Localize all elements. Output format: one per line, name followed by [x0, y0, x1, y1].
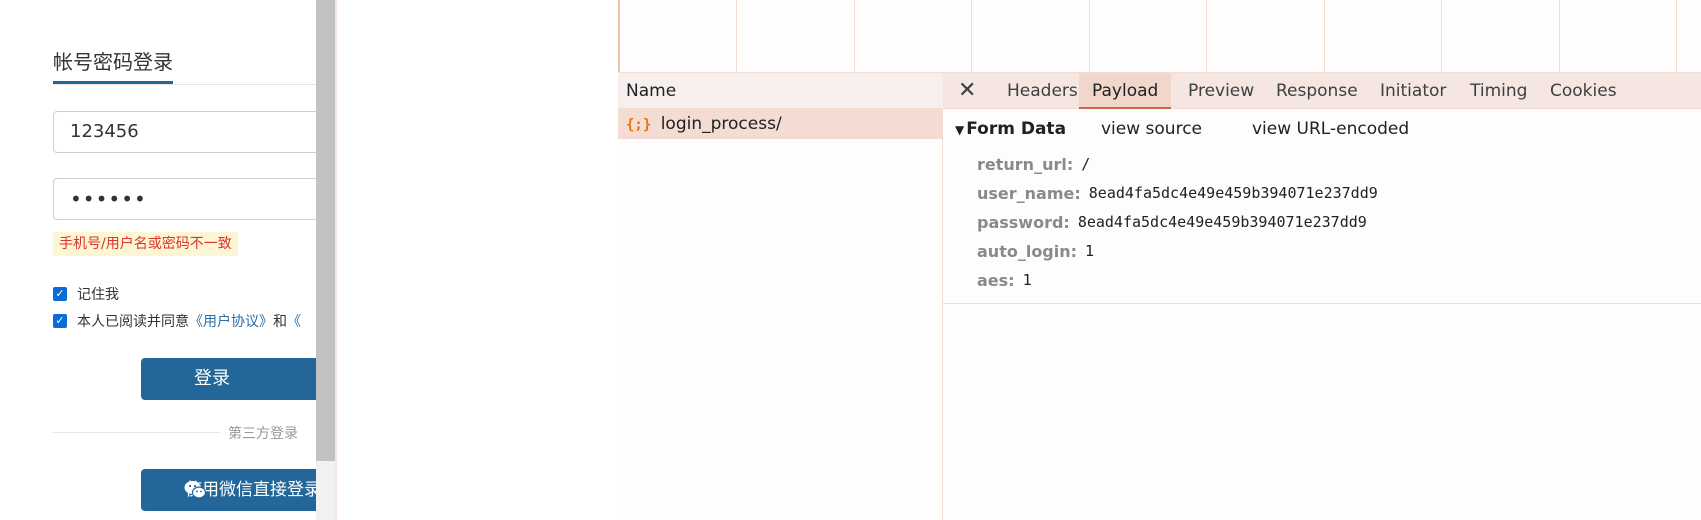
login-panel: 帐号密码登录 123456 •••••• 手机号/用户名或密码不一致 ✓ 记住我…: [0, 0, 316, 520]
form-field-row: aes: 1: [977, 268, 1032, 292]
form-data-section-toggle[interactable]: ▼ Form Data: [955, 119, 1066, 139]
username-input[interactable]: 123456: [53, 111, 316, 153]
remember-me-row: ✓ 记住我: [53, 284, 119, 304]
close-icon[interactable]: ✕: [958, 73, 976, 109]
form-field-row: return_url: /: [977, 152, 1090, 176]
agreement-and-text: 和: [273, 314, 287, 330]
view-source-link[interactable]: view source: [1101, 119, 1202, 139]
third-party-login-label: 第三方登录: [228, 426, 298, 442]
form-field-key: user_name:: [977, 183, 1081, 203]
network-waterfall-overview: [618, 0, 1701, 72]
xhr-json-icon: {;}: [626, 117, 652, 133]
form-field-value: 8ead4fa5dc4e49e459b394071e237dd9: [1088, 184, 1378, 202]
form-field-row: auto_login: 1: [977, 239, 1094, 263]
agreement-checkbox[interactable]: ✓: [53, 314, 67, 328]
login-button[interactable]: 登录: [141, 358, 316, 400]
details-tab-bar: ✕ Headers Payload Preview Response Initi…: [943, 72, 1701, 109]
form-field-value: 8ead4fa5dc4e49e459b394071e237dd9: [1077, 213, 1367, 231]
request-row-login-process[interactable]: {;} login_process/: [618, 109, 943, 139]
name-column-header[interactable]: Name: [618, 72, 943, 109]
tab-payload[interactable]: Payload: [1079, 73, 1172, 109]
view-url-encoded-link[interactable]: view URL-encoded: [1252, 119, 1409, 139]
waterfall-gridline: [1559, 0, 1560, 72]
waterfall-gridline: [971, 0, 972, 72]
request-name: login_process/: [660, 114, 782, 134]
wechat-icon: [184, 481, 206, 499]
waterfall-gridline: [1324, 0, 1325, 72]
form-field-row: password: 8ead4fa5dc4e49e459b394071e237d…: [977, 210, 1367, 234]
form-field-key: password:: [977, 212, 1070, 232]
remember-me-checkbox[interactable]: ✓: [53, 287, 67, 301]
request-list: [618, 72, 943, 520]
privacy-policy-link[interactable]: 《: [287, 311, 301, 331]
tab-preview[interactable]: Preview: [1188, 73, 1254, 109]
form-field-key: auto_login:: [977, 241, 1078, 261]
form-field-key: aes:: [977, 270, 1015, 290]
page-blank-area: [337, 0, 618, 520]
waterfall-gridline: [854, 0, 855, 72]
waterfall-gridline: [736, 0, 737, 72]
tab-response[interactable]: Response: [1276, 73, 1358, 109]
waterfall-gridline: [1441, 0, 1442, 72]
user-agreement-link[interactable]: 《用户协议》: [189, 311, 273, 331]
form-data-title: Form Data: [966, 119, 1067, 139]
tab-headers[interactable]: Headers: [1007, 73, 1078, 109]
tab-cookies[interactable]: Cookies: [1550, 73, 1617, 109]
error-message: 手机号/用户名或密码不一致: [53, 232, 238, 256]
form-field-value: /: [1081, 155, 1091, 173]
password-input[interactable]: ••••••: [53, 178, 316, 220]
scrollbar-thumb[interactable]: [316, 0, 335, 461]
waterfall-gridline: [1206, 0, 1207, 72]
agreement-row: ✓ 本人已阅读并同意 《用户协议》 和 《: [53, 311, 301, 331]
tab-divider: [53, 84, 316, 85]
form-field-key: return_url:: [977, 154, 1074, 174]
form-field-value: 1: [1022, 271, 1032, 289]
waterfall-gridline: [1089, 0, 1090, 72]
tab-account-password-login[interactable]: 帐号密码登录: [53, 46, 173, 75]
payload-pane: ▼ Form Data view source view URL-encoded …: [943, 109, 1701, 304]
wechat-login-button[interactable]: 使用微信直接登录: [141, 469, 316, 511]
waterfall-gridline: [1676, 0, 1677, 72]
form-field-value: 1: [1085, 242, 1095, 260]
form-field-row: user_name: 8ead4fa5dc4e49e459b394071e237…: [977, 181, 1378, 205]
remember-me-label: 记住我: [77, 287, 119, 303]
triangle-down-icon: ▼: [955, 123, 965, 137]
third-party-divider-left: [53, 432, 220, 433]
tab-initiator[interactable]: Initiator: [1380, 73, 1446, 109]
tab-timing[interactable]: Timing: [1470, 73, 1527, 109]
agreement-text: 本人已阅读并同意: [77, 314, 189, 330]
